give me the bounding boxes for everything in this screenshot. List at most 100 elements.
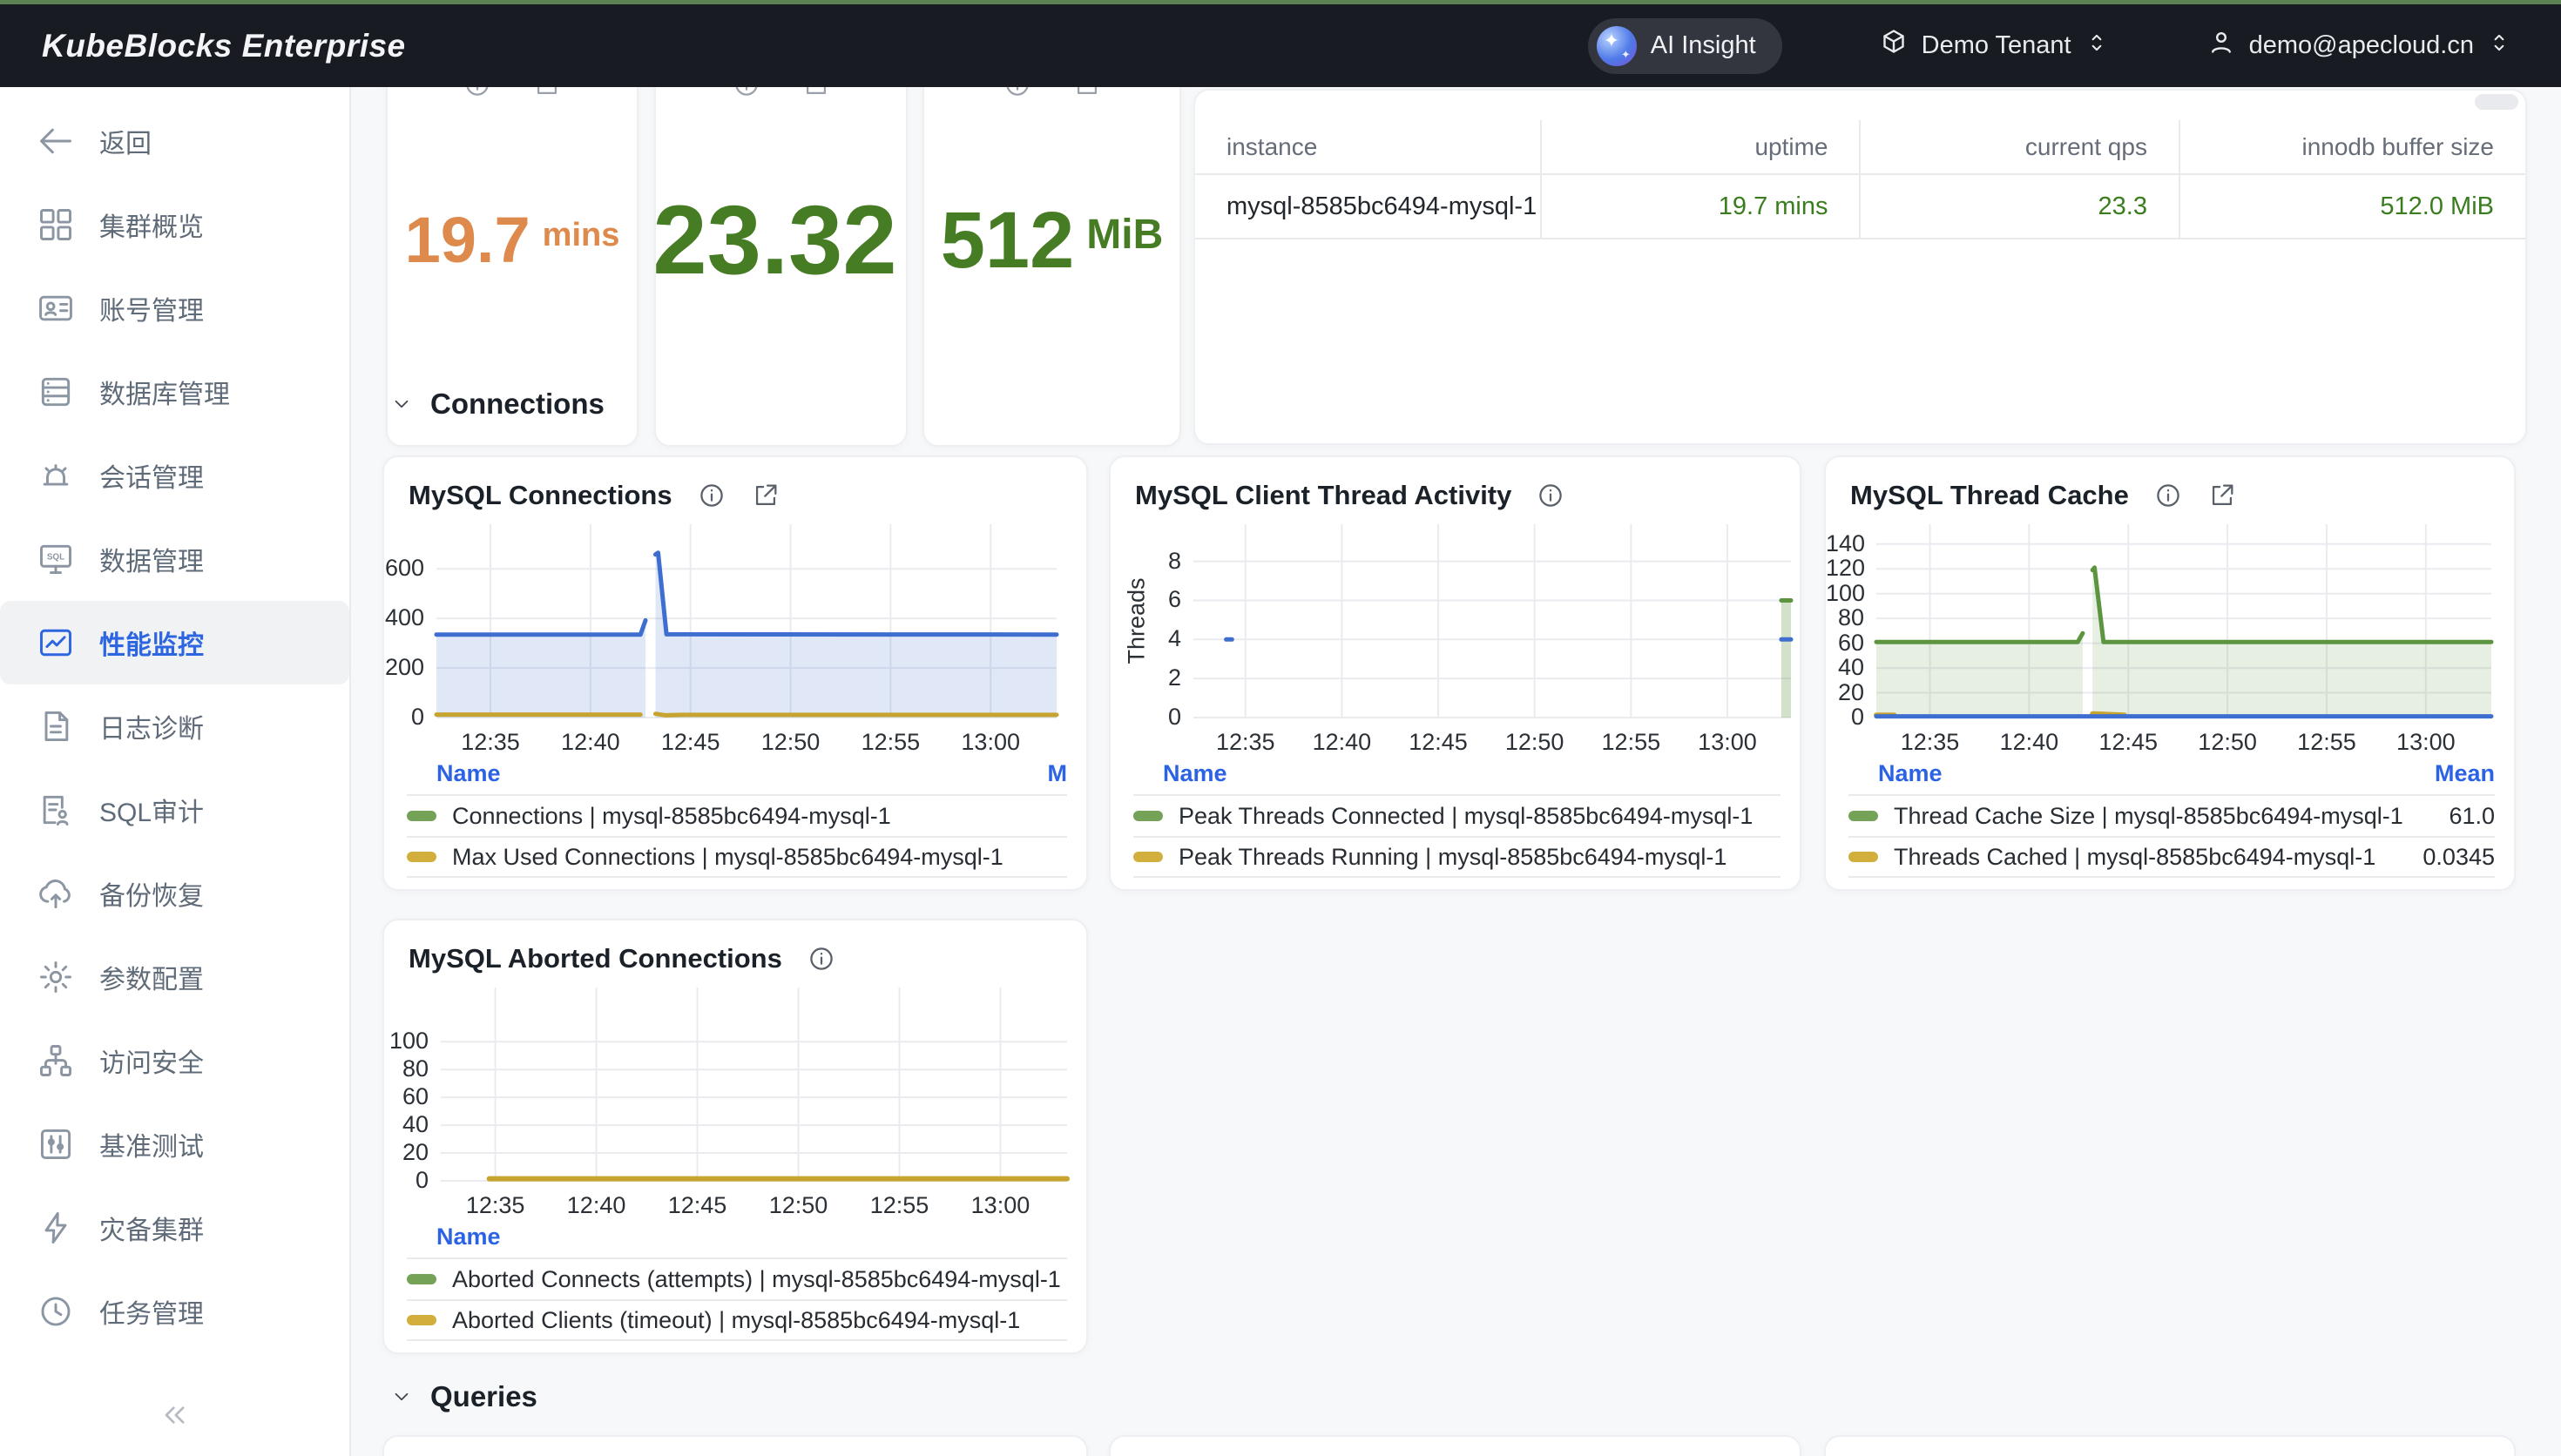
ai-insight-button[interactable]: AI Insight <box>1588 18 1782 74</box>
legend-row[interactable]: Peak Threads Running | mysql-8585bc6494-… <box>1133 836 1781 878</box>
legend-mean-column[interactable]: M <box>1048 760 1068 787</box>
sidebar-item-session-management[interactable]: 会话管理 <box>0 434 349 517</box>
y-tick-label: 2 <box>1111 664 1181 691</box>
sidebar-item-log-diagnosis[interactable]: 日志诊断 <box>0 684 349 768</box>
chart-card-thread-activity: MySQL Client Thread ActivityThreads02468… <box>1109 455 1801 891</box>
sitemap-icon <box>37 1041 75 1080</box>
clock-icon <box>37 1292 75 1331</box>
y-tick-label: 60 <box>1826 630 1864 657</box>
table-cell: 19.7 mins <box>1541 174 1860 239</box>
y-tick-label: 8 <box>1111 548 1181 575</box>
sidebar-item-backup-restore[interactable]: 备份恢复 <box>0 852 349 935</box>
legend-swatch <box>407 811 436 821</box>
external-link-icon[interactable] <box>2207 481 2237 510</box>
legend-swatch <box>1848 811 1878 821</box>
x-tick-label: 12:50 <box>2179 729 2275 756</box>
legend-label: Peak Threads Running | mysql-8585bc6494-… <box>1179 844 1726 871</box>
legend-name-column[interactable]: Name <box>1163 760 1227 787</box>
legend-header: Name <box>1163 760 1781 787</box>
table-row[interactable]: mysql-8585bc6494-mysql-119.7 mins23.3512… <box>1195 174 2525 239</box>
info-icon[interactable] <box>697 481 726 510</box>
y-tick-label: 6 <box>1111 586 1181 613</box>
sidebar-item-data-management[interactable]: SQL数据管理 <box>0 517 349 601</box>
sidebar-item-back[interactable]: 返回 <box>0 99 349 183</box>
legend-row[interactable]: Aborted Connects (attempts) | mysql-8585… <box>407 1257 1067 1299</box>
legend-row[interactable]: Threads Cached | mysql-8585bc6494-mysql-… <box>1848 836 2495 878</box>
legend-row[interactable]: Max Used Connections | mysql-8585bc6494-… <box>407 836 1067 878</box>
sidebar-collapse-button[interactable] <box>158 1398 193 1437</box>
sidebar-item-access-security[interactable]: 访问安全 <box>0 1019 349 1102</box>
legend-header: Name M <box>436 760 1067 787</box>
table-column-instance: instance <box>1195 120 1541 174</box>
legend-mean-column[interactable]: Mean <box>2435 760 2495 787</box>
scrollbar-thumb[interactable] <box>2475 94 2518 110</box>
legend-mean-value: 0.0345 <box>2422 844 2495 871</box>
sidebar-item-database-management[interactable]: 数据库管理 <box>0 350 349 434</box>
user-menu[interactable]: demo@apecloud.cn <box>2206 27 2512 65</box>
sidebar-item-label: 返回 <box>99 122 152 160</box>
table-cell: 23.3 <box>1860 174 2179 239</box>
legend-name-column[interactable]: Name <box>436 1223 501 1250</box>
sidebar-item-label: 集群概览 <box>99 206 204 244</box>
y-tick-label: 0 <box>384 704 424 731</box>
sidebar-item-task-management[interactable]: 任务管理 <box>0 1270 349 1353</box>
legend-row[interactable]: Connections | mysql-8585bc6494-mysql-1 <box>407 794 1067 836</box>
doc-audit-icon <box>37 791 75 829</box>
x-tick-label: 12:40 <box>1981 729 2077 756</box>
info-icon[interactable] <box>2153 481 2183 510</box>
section-title: Queries <box>430 1380 537 1413</box>
query-card-sliver <box>1824 1435 2516 1456</box>
legend-row[interactable]: Peak Threads Connected | mysql-8585bc649… <box>1133 794 1781 836</box>
sidebar-item-cluster-overview[interactable]: 集群概览 <box>0 183 349 266</box>
y-tick-label: 20 <box>384 1139 429 1166</box>
stat-card-buffer: 512MiB <box>922 87 1181 447</box>
info-icon[interactable] <box>1536 481 1565 510</box>
tenant-selector[interactable]: Demo Tenant <box>1878 27 2110 65</box>
info-icon[interactable] <box>807 944 836 974</box>
chart-title: MySQL Client Thread Activity <box>1135 480 1511 511</box>
x-tick-label: 12:40 <box>1294 729 1389 756</box>
chart-plot <box>1193 524 1791 718</box>
section-connections[interactable]: Connections <box>390 388 605 421</box>
legend-name-column[interactable]: Name <box>1878 760 1943 787</box>
sidebar-item-label: SQL审计 <box>99 791 204 829</box>
x-tick-label: 12:35 <box>448 1192 544 1219</box>
chart-plot <box>436 524 1057 718</box>
sidebar-item-label: 基准测试 <box>99 1125 204 1163</box>
sidebar-item-performance-monitoring[interactable]: 性能监控 <box>0 601 349 684</box>
y-tick-label: 40 <box>1826 654 1864 681</box>
query-card-sliver <box>1109 1435 1801 1456</box>
app-header: KubeBlocks Enterprise AI Insight Demo Te… <box>0 4 2561 87</box>
legend-header: Name Mean <box>1878 760 2495 787</box>
x-tick-label: 12:35 <box>443 729 538 756</box>
sidebar-item-account-management[interactable]: 账号管理 <box>0 266 349 350</box>
section-queries[interactable]: Queries <box>390 1380 537 1413</box>
sidebar-item-disaster-recovery[interactable]: 灾备集群 <box>0 1186 349 1270</box>
sidebar-item-sql-audit[interactable]: SQL审计 <box>0 768 349 852</box>
legend-swatch <box>407 1315 436 1325</box>
document-icon <box>37 707 75 745</box>
sidebar: 返回集群概览账号管理数据库管理会话管理SQL数据管理性能监控日志诊断 SQL审计备… <box>0 87 351 1456</box>
table-cell: mysql-8585bc6494-mysql-1 <box>1195 174 1541 239</box>
x-tick-label: 12:50 <box>743 729 839 756</box>
legend-row[interactable]: Thread Cache Size | mysql-8585bc6494-mys… <box>1848 794 2495 836</box>
y-tick-label: 80 <box>1826 604 1864 631</box>
x-tick-label: 13:00 <box>952 1192 1048 1219</box>
app-logo: KubeBlocks Enterprise <box>42 28 406 64</box>
instance-table: instanceuptimecurrent qpsinnodb buffer s… <box>1195 120 2525 239</box>
stat-value-qps: 23.32 <box>656 87 906 445</box>
tenant-cube-icon <box>1878 27 1909 65</box>
legend-header: Name <box>436 1223 1067 1250</box>
chart-card-mysql-connections: MySQL Connections020040060012:3512:4012:… <box>382 455 1088 891</box>
x-tick-label: 12:40 <box>549 1192 645 1219</box>
table-column-current-qps: current qps <box>1860 120 2179 174</box>
external-link-icon[interactable] <box>751 481 780 510</box>
sidebar-item-label: 灾备集群 <box>99 1209 204 1247</box>
main-content: 19.7mins 23.32 512MiB instanceuptimecurr… <box>351 87 2561 1456</box>
sidebar-item-label: 数据管理 <box>99 540 204 578</box>
sidebar-item-benchmark-testing[interactable]: 基准测试 <box>0 1102 349 1186</box>
legend-row[interactable]: Aborted Clients (timeout) | mysql-8585bc… <box>407 1299 1067 1341</box>
x-tick-label: 12:55 <box>842 729 938 756</box>
legend-name-column[interactable]: Name <box>436 760 501 787</box>
sidebar-item-parameter-configuration[interactable]: 参数配置 <box>0 935 349 1019</box>
